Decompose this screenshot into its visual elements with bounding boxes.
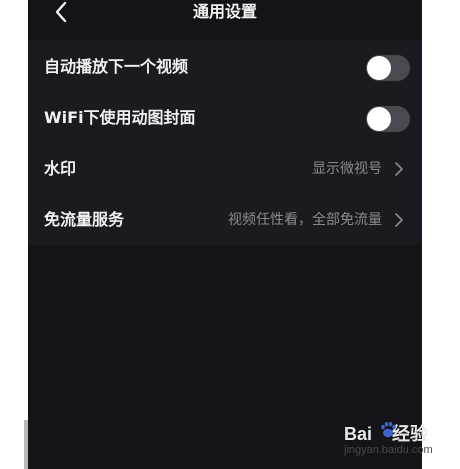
settings-list: 自动播放下一个视频 WiFi下使用动图封面 水印 显示微视号 免流量服务 视频任… — [28, 40, 422, 245]
page-title: 通用设置 — [192, 2, 257, 21]
baidu-jingyan-watermark: Bai 经验 jingyan.baidu.com — [344, 420, 454, 464]
header-bar: 通用设置 — [28, 0, 422, 32]
setting-row-watermark[interactable]: 水印 显示微视号 — [28, 144, 422, 194]
setting-label-autoplay: 自动播放下一个视频 — [44, 57, 189, 76]
watermark-brand-left: Bai — [344, 424, 373, 444]
setting-label-free-data: 免流量服务 — [44, 210, 125, 229]
chevron-right-icon — [395, 162, 403, 176]
wifi-cover-toggle[interactable] — [366, 106, 410, 132]
background-edge — [24, 420, 28, 469]
chevron-right-icon — [395, 213, 403, 227]
setting-value-watermark: 显示微视号 — [312, 161, 382, 177]
setting-value-free-data: 视频任性看，全部免流量 — [228, 212, 382, 228]
autoplay-toggle[interactable] — [366, 55, 410, 81]
setting-label-wifi-cover: WiFi下使用动图封面 — [44, 108, 196, 127]
toggle-knob — [367, 56, 391, 80]
setting-row-free-data[interactable]: 免流量服务 视频任性看，全部免流量 — [28, 195, 422, 245]
watermark-url: jingyan.baidu.com — [344, 444, 433, 456]
setting-row-autoplay: 自动播放下一个视频 — [28, 42, 422, 92]
settings-screen: 通用设置 自动播放下一个视频 WiFi下使用动图封面 水印 显示微视号 免流量服… — [28, 0, 422, 469]
paw-icon — [381, 421, 396, 438]
setting-row-wifi-cover: WiFi下使用动图封面 — [28, 93, 422, 143]
toggle-knob — [367, 107, 391, 131]
watermark-brand-right: 经验 — [392, 424, 429, 444]
setting-label-watermark: 水印 — [44, 159, 77, 178]
